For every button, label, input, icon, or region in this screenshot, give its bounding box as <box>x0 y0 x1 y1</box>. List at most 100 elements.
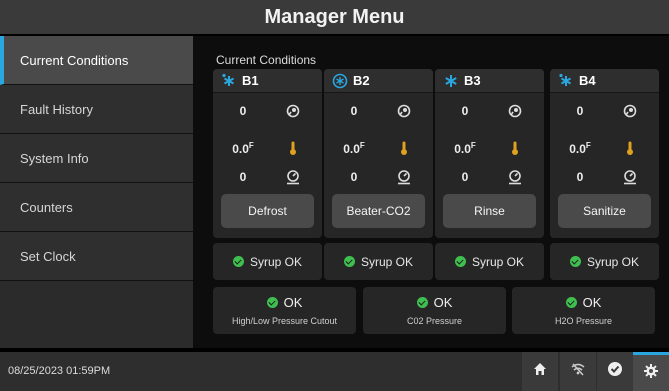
snowflake-icon <box>443 73 459 89</box>
bottom-bar: 08/25/2023 01:59PM <box>0 352 669 391</box>
tank-level-value: 0 <box>239 104 247 118</box>
sidebar-item-label: Fault History <box>20 101 93 117</box>
beater-icon <box>332 73 348 89</box>
syrup-status-b2: Syrup OK <box>324 243 433 280</box>
check-icon <box>565 297 577 308</box>
tank-level-value: 0 <box>461 104 469 118</box>
bay-card-b4: B4 0 0.0F 0 Sanitize <box>550 69 659 238</box>
tank-icon <box>396 103 412 119</box>
status-ok-button[interactable] <box>597 352 633 391</box>
title-bar: Manager Menu <box>0 0 669 34</box>
page-title: Manager Menu <box>264 5 405 28</box>
sidebar-item-system-info[interactable]: System Info <box>0 134 193 183</box>
check-icon <box>232 256 244 267</box>
check-icon <box>569 256 581 267</box>
sidebar-item-label: Set Clock <box>20 248 76 264</box>
tank-level-row: 0 <box>435 101 544 121</box>
bay-name: B3 <box>464 73 481 88</box>
sidebar-item-label: Counters <box>20 199 73 215</box>
home-button[interactable] <box>522 352 558 391</box>
syrup-status-text: Syrup OK <box>471 254 525 269</box>
pressure-value: 0 <box>461 170 469 184</box>
temperature-value: 0.0F <box>343 141 365 156</box>
check-icon <box>266 297 278 308</box>
bay-header: B4 <box>550 69 659 93</box>
temperature-row: 0.0F <box>435 138 544 158</box>
temperature-value: 0.0F <box>454 141 476 156</box>
pressure-value: 0 <box>576 170 584 184</box>
syrup-status-b1: Syrup OK <box>213 243 322 280</box>
sidebar-item-set-clock[interactable]: Set Clock <box>0 232 193 281</box>
thermometer-icon <box>396 140 412 156</box>
temperature-value: 0.0F <box>569 141 591 156</box>
bay-header: B2 <box>324 69 433 93</box>
check-icon <box>343 256 355 267</box>
settings-button[interactable] <box>633 352 669 391</box>
syrup-status-text: Syrup OK <box>360 254 414 269</box>
gauge-icon <box>285 169 301 185</box>
bay-header: B3 <box>435 69 544 93</box>
co2-pressure-status: OK C02 Pressure <box>363 287 506 334</box>
pressure-row: 0 <box>435 167 544 187</box>
tank-level-row: 0 <box>324 101 433 121</box>
sidebar-item-current-conditions[interactable]: Current Conditions <box>0 36 193 85</box>
syrup-status-text: Syrup OK <box>249 254 303 269</box>
section-title: Current Conditions <box>216 53 317 67</box>
status-label: H2O Pressure <box>554 316 613 326</box>
status-text: OK <box>283 295 303 310</box>
bay-header: B1 <box>213 69 322 93</box>
snowflake-drip-icon <box>558 73 574 89</box>
bay-name: B4 <box>579 73 596 88</box>
sidebar-item-counters[interactable]: Counters <box>0 183 193 232</box>
temperature-row: 0.0F <box>324 138 433 158</box>
gauge-icon <box>507 169 523 185</box>
sidebar-item-fault-history[interactable]: Fault History <box>0 85 193 134</box>
syrup-status-b3: Syrup OK <box>435 243 544 280</box>
thermometer-icon <box>285 140 301 156</box>
bay-card-b3: B3 0 0.0F 0 Rinse <box>435 69 544 238</box>
network-button[interactable] <box>560 352 596 391</box>
tank-level-value: 0 <box>350 104 358 118</box>
status-label: High/Low Pressure Cutout <box>231 316 338 326</box>
bay-card-b1: B1 0 0.0F 0 Defrost <box>213 69 322 238</box>
snowflake-drip-icon <box>221 73 237 89</box>
main-panel: Current Conditions B1 0 0.0F 0 Defrost B… <box>193 36 669 348</box>
wifi-icon <box>570 361 586 382</box>
pressure-row: 0 <box>324 167 433 187</box>
tank-icon <box>285 103 301 119</box>
thermometer-icon <box>622 140 638 156</box>
syrup-status-b4: Syrup OK <box>550 243 659 280</box>
pressure-row: 0 <box>550 167 659 187</box>
sanitize-button[interactable]: Sanitize <box>558 194 651 228</box>
pressure-value: 0 <box>239 170 247 184</box>
thermometer-icon <box>507 140 523 156</box>
syrup-status-text: Syrup OK <box>586 254 640 269</box>
bay-name: B1 <box>242 73 259 88</box>
tank-level-value: 0 <box>576 104 584 118</box>
tank-level-row: 0 <box>550 101 659 121</box>
tank-level-row: 0 <box>213 101 322 121</box>
check-icon <box>454 256 466 267</box>
h2o-pressure-status: OK H2O Pressure <box>512 287 655 334</box>
rinse-button[interactable]: Rinse <box>443 194 536 228</box>
tank-icon <box>507 103 523 119</box>
gear-icon <box>643 363 659 384</box>
temperature-value: 0.0F <box>232 141 254 156</box>
status-text: OK <box>433 295 453 310</box>
pressure-row: 0 <box>213 167 322 187</box>
bay-name: B2 <box>353 73 370 88</box>
check-icon <box>416 297 428 308</box>
temperature-row: 0.0F <box>550 138 659 158</box>
beater-co2-button[interactable]: Beater-CO2 <box>332 194 425 228</box>
gauge-icon <box>622 169 638 185</box>
defrost-button[interactable]: Defrost <box>221 194 314 228</box>
bay-card-b2: B2 0 0.0F 0 Beater-CO2 <box>324 69 433 238</box>
status-label: C02 Pressure <box>406 316 463 326</box>
status-text: OK <box>582 295 602 310</box>
sidebar: Current Conditions Fault History System … <box>0 36 193 348</box>
gauge-icon <box>396 169 412 185</box>
pressure-value: 0 <box>350 170 358 184</box>
home-icon <box>532 361 548 382</box>
sidebar-item-label: System Info <box>20 150 89 166</box>
temperature-row: 0.0F <box>213 138 322 158</box>
